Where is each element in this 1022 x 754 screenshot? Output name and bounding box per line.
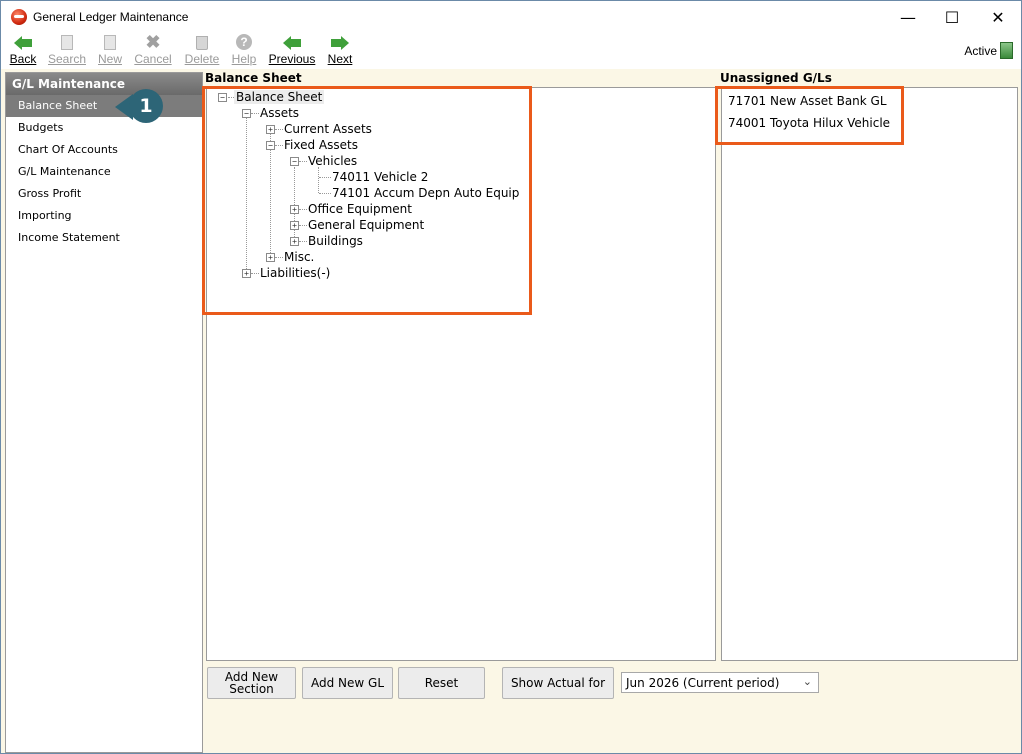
collapse-assets-icon[interactable]: − <box>242 109 251 118</box>
app-logo-icon <box>11 9 27 25</box>
close-button[interactable]: ✕ <box>975 1 1021 33</box>
next-label: Next <box>327 52 353 66</box>
tree-node-fixed-assets[interactable]: Fixed Assets <box>282 138 360 154</box>
tree-node-misc[interactable]: Misc. <box>282 250 316 266</box>
previous-button[interactable]: Previous <box>266 34 318 68</box>
sidebar-item-gl-maintenance[interactable]: G/L Maintenance <box>6 161 202 183</box>
next-button[interactable]: Next <box>326 34 354 68</box>
expand-current-assets-icon[interactable]: + <box>266 125 275 134</box>
cancel-button[interactable]: ✖ Cancel <box>132 32 174 68</box>
list-item[interactable]: 74001 Toyota Hilux Vehicle <box>728 116 890 130</box>
expand-general-equipment-icon[interactable]: + <box>290 221 299 230</box>
show-actual-button[interactable]: Show Actual for <box>502 667 614 699</box>
step-callout-number: 1 <box>129 89 163 123</box>
help-icon: ? <box>235 34 253 51</box>
collapse-balance-sheet-icon[interactable]: − <box>218 93 227 102</box>
expand-office-equipment-icon[interactable]: + <box>290 205 299 214</box>
search-button[interactable]: Search <box>46 34 88 68</box>
new-label: New <box>97 52 122 66</box>
previous-label: Previous <box>268 52 316 66</box>
previous-arrow-icon <box>283 34 301 51</box>
sidebar-item-income-statement[interactable]: Income Statement <box>6 227 202 249</box>
sidebar-item-chart-of-accounts[interactable]: Chart Of Accounts <box>6 139 202 161</box>
collapse-vehicles-icon[interactable]: − <box>290 157 299 166</box>
expand-liabilities-icon[interactable]: + <box>242 269 251 278</box>
new-button[interactable]: New <box>96 34 124 68</box>
collapse-fixed-assets-icon[interactable]: − <box>266 141 275 150</box>
balance-sheet-title: Balance Sheet <box>205 71 302 85</box>
add-new-gl-button[interactable]: Add New GL <box>302 667 393 699</box>
maximize-button[interactable]: ☐ <box>929 1 975 33</box>
tree-node-vehicle-2[interactable]: 74011 Vehicle 2 <box>330 170 430 186</box>
status-label: Active <box>964 44 997 58</box>
title-bar: General Ledger Maintenance — ☐ ✕ <box>1 1 1021 33</box>
cancel-x-icon: ✖ <box>145 32 161 52</box>
toolbar: Back Search New ✖ Cancel Delete ? Help P… <box>1 33 1021 69</box>
new-document-icon <box>101 34 119 51</box>
period-select-value: Jun 2026 (Current period) <box>626 676 780 690</box>
help-label: Help <box>231 52 257 66</box>
period-select[interactable]: Jun 2026 (Current period) ⌄ <box>621 672 819 693</box>
sidebar-item-gross-profit[interactable]: Gross Profit <box>6 183 202 205</box>
next-arrow-icon <box>331 34 349 51</box>
list-item[interactable]: 71701 New Asset Bank GL <box>728 94 887 108</box>
tree-node-balance-sheet[interactable]: Balance Sheet <box>234 90 325 106</box>
balance-sheet-tree[interactable] <box>206 87 716 661</box>
step-callout: 1 <box>115 89 175 125</box>
tree-node-assets[interactable]: Assets <box>258 106 301 122</box>
add-new-section-button[interactable]: Add New Section <box>207 667 296 699</box>
window-title: General Ledger Maintenance <box>33 10 189 24</box>
reset-button[interactable]: Reset <box>398 667 485 699</box>
tree-node-office-equipment[interactable]: Office Equipment <box>306 202 414 218</box>
expand-buildings-icon[interactable]: + <box>290 237 299 246</box>
chevron-down-icon: ⌄ <box>802 675 812 688</box>
tree-node-buildings[interactable]: Buildings <box>306 234 365 250</box>
delete-label: Delete <box>184 52 220 66</box>
tree-node-liabilities[interactable]: Liabilities(-) <box>258 266 332 282</box>
trash-icon <box>193 34 211 51</box>
general-ledger-window: General Ledger Maintenance — ☐ ✕ Back Se… <box>0 0 1022 754</box>
tree-node-current-assets[interactable]: Current Assets <box>282 122 374 138</box>
sidebar-item-importing[interactable]: Importing <box>6 205 202 227</box>
back-arrow-icon <box>14 34 32 51</box>
tree-node-general-equipment[interactable]: General Equipment <box>306 218 426 234</box>
cancel-label: Cancel <box>134 52 172 66</box>
search-icon <box>58 34 76 51</box>
search-label: Search <box>47 52 87 66</box>
delete-button[interactable]: Delete <box>182 34 222 68</box>
help-button[interactable]: ? Help <box>229 34 259 68</box>
tree-node-vehicles[interactable]: Vehicles <box>306 154 359 170</box>
back-label: Back <box>9 52 37 66</box>
unassigned-gls-list[interactable] <box>721 87 1018 661</box>
expand-misc-icon[interactable]: + <box>266 253 275 262</box>
unassigned-gls-title: Unassigned G/Ls <box>720 71 832 85</box>
minimize-button[interactable]: — <box>885 1 931 33</box>
status-indicator-icon <box>1000 42 1013 59</box>
tree-node-accum-depn[interactable]: 74101 Accum Depn Auto Equip <box>330 186 521 202</box>
back-button[interactable]: Back <box>7 34 39 68</box>
sidebar: G/L Maintenance Balance Sheet Budgets Ch… <box>5 72 203 753</box>
